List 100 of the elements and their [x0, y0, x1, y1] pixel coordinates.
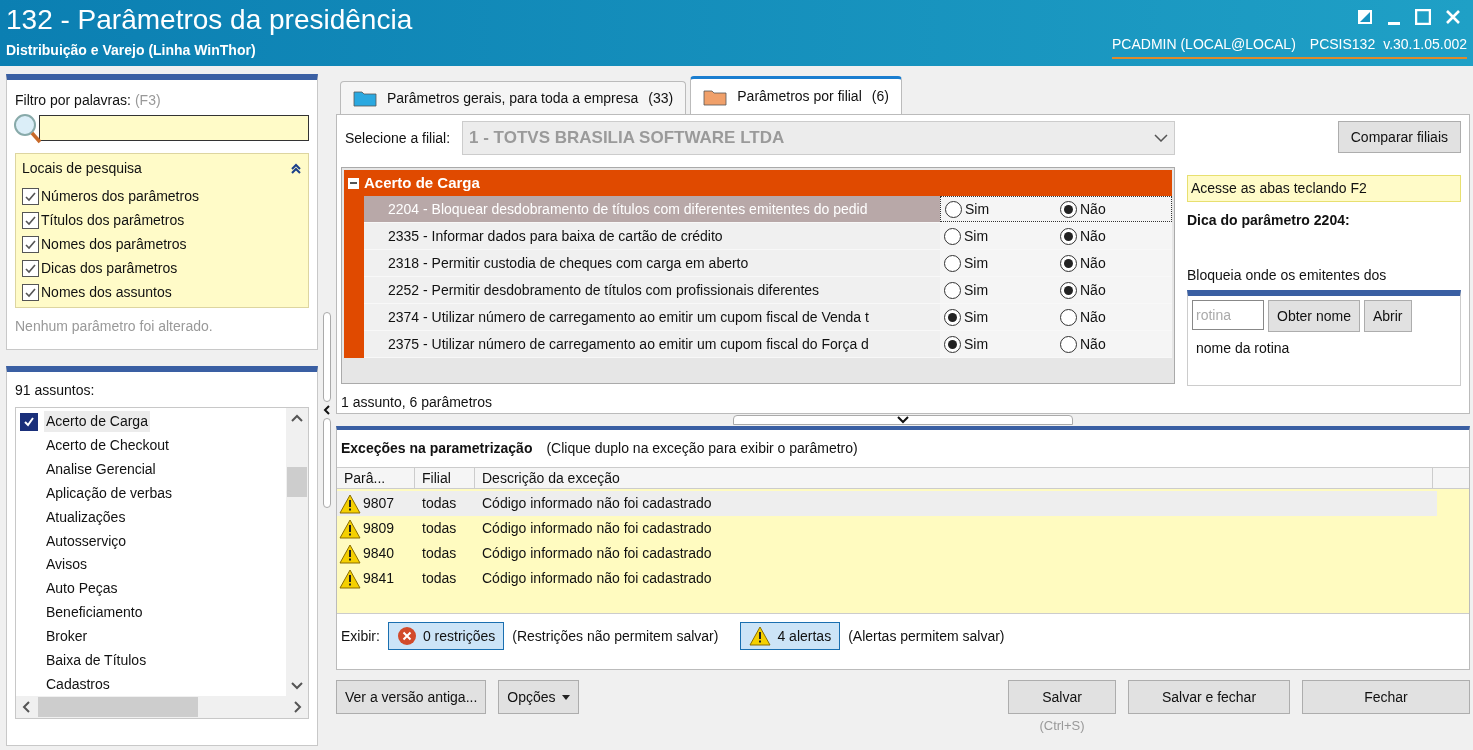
group-header[interactable]: Acerto de Carga — [344, 170, 1172, 196]
close-icon[interactable] — [1445, 9, 1461, 25]
window-title: 132 - Parâmetros da presidência — [6, 3, 413, 37]
parameter-row[interactable]: 2375 - Utilizar número de carregamento ao emitir um cupom fiscal do Força d — [364, 331, 940, 357]
subject-item[interactable]: Aplicação de verbas — [44, 482, 175, 504]
table-cell-text: todas — [421, 519, 458, 538]
radio-button[interactable] — [1060, 227, 1077, 245]
column-header[interactable]: Filial — [415, 468, 475, 488]
exception-row[interactable]: 9807 todas Código informado não foi cadastrado — [337, 491, 1437, 516]
parameter-row[interactable]: 2335 - Informar dados para baixa de cartão de crédito — [364, 223, 940, 249]
checkbox[interactable] — [22, 284, 39, 301]
warning-icon — [749, 626, 772, 646]
status-text: Nenhum parâmetro foi alterado. — [15, 317, 214, 336]
parameter-row[interactable]: 2374 - Utilizar número de carregamento ao emitir um cupom fiscal de Venda t — [364, 304, 940, 330]
warning-icon — [339, 518, 361, 539]
footer-button[interactable]: Salvar e fechar — [1128, 680, 1290, 714]
subject-item[interactable]: Autosserviço — [44, 530, 129, 552]
table-cell-text: Código informado não foi cadastrado — [481, 519, 713, 538]
horizontal-scrollbar[interactable] — [16, 696, 308, 718]
exception-row[interactable]: 9840 todas Código informado não foi cadastrado — [337, 541, 1437, 566]
scroll-down-icon[interactable] — [291, 682, 303, 690]
branch-label: Selecione a filial: — [344, 128, 452, 148]
restore-icon[interactable] — [1357, 9, 1373, 25]
footer-button[interactable]: Salvar — [1008, 680, 1116, 714]
checkbox-label: Títulos dos parâmetros — [41, 211, 185, 230]
tab[interactable]: Parâmetros por filial (6) — [690, 76, 902, 114]
radio-label: Não — [1080, 334, 1106, 354]
notice-text: Acesse as abas teclando F2 — [1187, 175, 1461, 202]
hint-text: Bloqueia onde os emitentes dos — [1187, 266, 1388, 285]
radio-button[interactable] — [1060, 281, 1077, 299]
maximize-icon[interactable] — [1415, 9, 1431, 25]
radio-button[interactable] — [944, 254, 961, 272]
routine-label: PCSIS132 — [1309, 35, 1376, 54]
footer-button[interactable]: Fechar — [1302, 680, 1470, 714]
shortcut-hint: (Ctrl+S) — [1039, 717, 1085, 735]
collapse-icon[interactable] — [348, 177, 359, 189]
section-title: Locais de pesquisa — [22, 159, 142, 178]
radio-button[interactable] — [944, 308, 961, 326]
warning-icon — [339, 493, 361, 514]
scroll-left-icon[interactable] — [22, 701, 30, 713]
table-cell-text: Código informado não foi cadastrado — [481, 544, 713, 563]
radio-button[interactable] — [944, 335, 961, 353]
filter-toggle[interactable]: 0 restrições — [387, 622, 505, 650]
routine-name: nome da rotina — [1195, 339, 1291, 358]
radio-button[interactable] — [945, 200, 962, 218]
radio-button[interactable] — [944, 281, 961, 299]
subject-item[interactable]: Atualizações — [44, 506, 128, 528]
table-cell-text: 9809 — [363, 519, 395, 538]
radio-button[interactable] — [1060, 200, 1077, 218]
exception-row[interactable]: 9841 todas Código informado não foi cadastrado — [337, 566, 1437, 591]
radio-label: Não — [1080, 307, 1106, 327]
routine-field[interactable]: rotina — [1192, 300, 1264, 330]
subject-item[interactable]: Acerto de Checkout — [44, 435, 171, 457]
tab[interactable]: Parâmetros gerais, para toda a empresa (33) — [340, 81, 687, 114]
radio-button[interactable] — [1060, 335, 1077, 353]
table-cell-text: 9807 — [363, 494, 395, 513]
parameter-row[interactable]: 2318 - Permitir custodia de cheques com carga em aberto — [364, 250, 940, 276]
scroll-thumb[interactable] — [38, 697, 198, 717]
checkbox[interactable] — [22, 236, 39, 253]
parameter-row[interactable]: 2252 - Permitir desdobramento de títulos com profissionais diferentes — [364, 277, 940, 303]
checkbox-label: Nomes dos parâmetros — [41, 235, 187, 254]
radio-label: Sim — [964, 253, 989, 273]
subject-item[interactable]: Broker — [44, 625, 90, 647]
toggle-note: (Alertas permitem salvar) — [848, 626, 1005, 646]
routine-button[interactable]: Abrir — [1363, 300, 1412, 332]
subject-item[interactable]: Cadastros — [44, 673, 112, 695]
warning-icon — [339, 543, 361, 564]
radio-button[interactable] — [1060, 308, 1077, 326]
column-header[interactable]: Parâ... — [337, 468, 415, 488]
vertical-scrollbar[interactable] — [286, 408, 308, 696]
subject-item[interactable]: Acerto de Carga — [44, 411, 150, 433]
filter-toggle[interactable]: 4 alertas — [740, 622, 841, 650]
radio-label: Sim — [965, 199, 990, 219]
error-icon — [396, 626, 417, 646]
menu-button[interactable]: Opções — [498, 680, 579, 714]
subject-item[interactable]: Baixa de Títulos — [44, 649, 149, 671]
radio-button[interactable] — [944, 227, 961, 245]
table-cell-text: todas — [421, 544, 458, 563]
exceptions-title: Exceções na parametrização — [341, 439, 533, 458]
subject-item[interactable]: Auto Peças — [44, 578, 120, 600]
show-label: Exibir: — [341, 626, 380, 646]
subject-item[interactable]: Analise Gerencial — [44, 459, 158, 481]
radio-label: Não — [1080, 226, 1106, 246]
column-header[interactable]: Descrição da exceção — [475, 468, 1433, 488]
collapse-icon[interactable] — [290, 162, 302, 175]
scroll-up-icon[interactable] — [291, 414, 303, 422]
table-cell-text: 9840 — [363, 544, 395, 563]
table-cell-text: todas — [421, 494, 458, 513]
subject-item[interactable]: Beneficiamento — [44, 602, 145, 624]
checkbox[interactable] — [22, 212, 39, 229]
radio-button[interactable] — [1060, 254, 1077, 272]
checkbox[interactable] — [22, 260, 39, 277]
footer-button[interactable]: Ver a versão antiga... — [336, 680, 487, 714]
checkbox[interactable] — [22, 188, 39, 205]
scroll-thumb[interactable] — [287, 467, 307, 497]
exception-row[interactable]: 9809 todas Código informado não foi cadastrado — [337, 516, 1437, 541]
routine-button[interactable]: Obter nome — [1268, 300, 1360, 332]
scroll-right-icon[interactable] — [294, 701, 302, 713]
filter-field[interactable] — [39, 115, 309, 141]
subject-item[interactable]: Avisos — [44, 554, 89, 576]
